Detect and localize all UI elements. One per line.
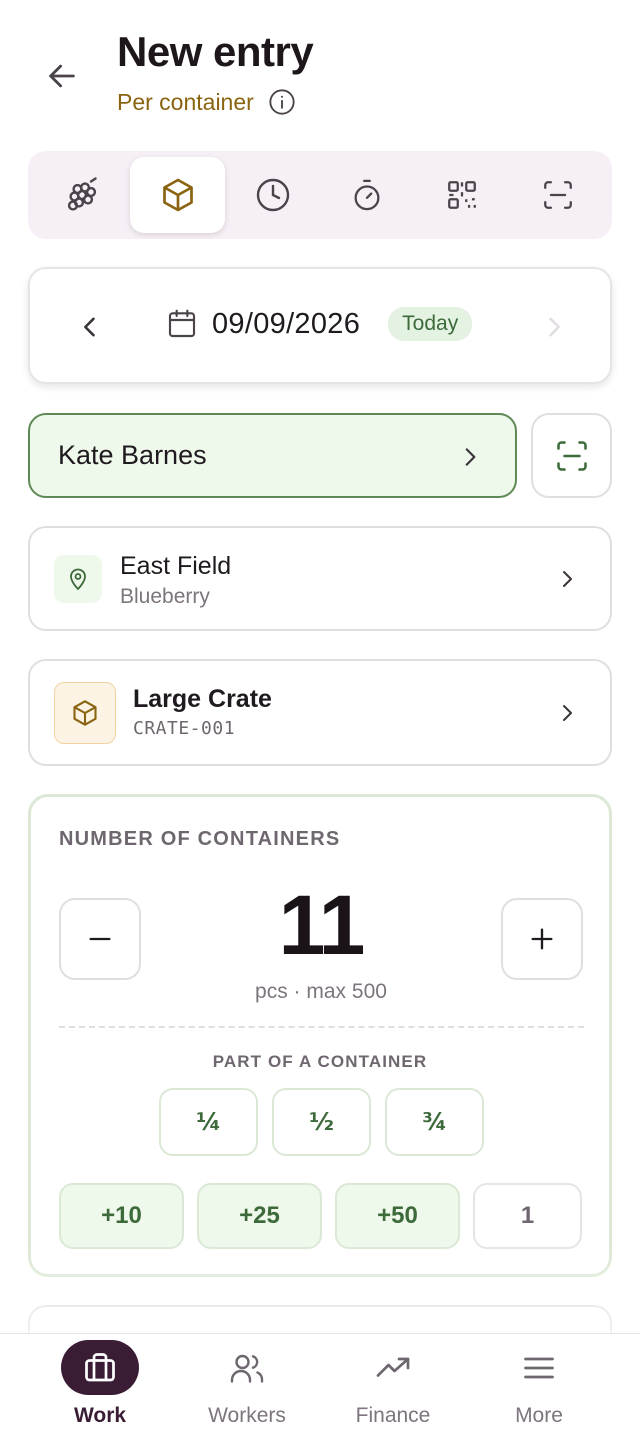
scan-worker-button[interactable]: [531, 413, 612, 498]
page-title: New entry: [117, 28, 314, 75]
tab-workers[interactable]: Workers: [174, 1334, 320, 1436]
fraction-three-quarters-button[interactable]: ¾: [385, 1088, 484, 1156]
qr-code-icon: [447, 181, 476, 209]
info-icon[interactable]: [268, 88, 296, 116]
mode-grapes-button[interactable]: [34, 157, 129, 233]
quantity-label: NUMBER OF CONTAINERS: [59, 828, 341, 850]
trending-up-icon: [354, 1340, 432, 1395]
decrement-button[interactable]: [59, 898, 141, 980]
increment-button[interactable]: [501, 898, 583, 980]
bottom-tab-bar: Work Workers Finance More: [0, 1333, 640, 1436]
map-pin-icon: [54, 555, 102, 603]
tab-more[interactable]: More: [466, 1334, 612, 1436]
divider: [59, 1026, 584, 1028]
calendar-icon: [168, 309, 196, 338]
date-selector: 09/09/2026 Today: [28, 267, 612, 384]
mode-hourly-button[interactable]: [225, 157, 320, 233]
chevron-right-icon: [455, 439, 485, 475]
page-subtitle: Per container: [117, 88, 254, 115]
date-value: 09/09/2026: [212, 307, 361, 340]
tab-label: More: [515, 1404, 563, 1427]
previous-day-button[interactable]: [70, 305, 110, 349]
entry-mode-bar: [28, 151, 612, 239]
users-icon: [208, 1340, 286, 1395]
add-50-button[interactable]: +50: [335, 1183, 460, 1249]
scan-icon: [556, 440, 587, 471]
chevron-right-icon: [549, 317, 560, 337]
quantity-value[interactable]: 11: [171, 877, 471, 974]
box-icon: [54, 682, 116, 744]
container-code: CRATE-001: [133, 718, 236, 739]
scan-icon: [543, 181, 572, 209]
chevron-left-icon: [84, 317, 95, 337]
stopwatch-icon: [354, 179, 379, 211]
menu-icon: [500, 1340, 578, 1395]
plus-icon: [531, 928, 553, 950]
add-25-button[interactable]: +25: [197, 1183, 322, 1249]
add-10-button[interactable]: +10: [59, 1183, 184, 1249]
minus-icon: [89, 937, 111, 941]
field-selector[interactable]: East Field Blueberry: [28, 526, 612, 631]
briefcase-icon: [61, 1340, 139, 1395]
tab-work[interactable]: Work: [27, 1334, 173, 1436]
tab-label: Work: [73, 1404, 127, 1427]
set-1-button[interactable]: 1: [473, 1183, 582, 1249]
field-crop: Blueberry: [120, 585, 210, 608]
worker-selector[interactable]: Kate Barnes: [28, 413, 517, 498]
mode-timer-button[interactable]: [319, 157, 414, 233]
tab-finance[interactable]: Finance: [320, 1334, 466, 1436]
container-name: Large Crate: [133, 685, 272, 713]
mode-qr-button[interactable]: [414, 157, 509, 233]
part-container-label: PART OF A CONTAINER: [212, 1052, 428, 1071]
chevron-right-icon: [552, 561, 582, 597]
chevron-right-icon: [552, 695, 582, 731]
subtitle-row: Per container: [117, 88, 296, 116]
quantity-unit: pcs · max 500: [255, 980, 387, 1003]
arrow-left-icon: [49, 64, 75, 88]
box-icon: [162, 178, 193, 212]
worker-name: Kate Barnes: [58, 440, 207, 470]
fraction-half-button[interactable]: ½: [272, 1088, 371, 1156]
container-selector[interactable]: Large Crate CRATE-001: [28, 659, 612, 766]
mode-scan-button[interactable]: [510, 157, 605, 233]
field-name: East Field: [120, 552, 232, 580]
back-button[interactable]: [40, 54, 84, 98]
mode-container-button[interactable]: [130, 157, 225, 233]
next-day-button[interactable]: [534, 305, 574, 349]
tab-label: Finance: [355, 1404, 431, 1427]
quantity-card: NUMBER OF CONTAINERS 11 pcs · max 500 PA…: [28, 794, 612, 1277]
clock-icon: [256, 178, 289, 212]
grapes-icon: [67, 177, 97, 211]
tab-label: Workers: [208, 1404, 286, 1427]
fraction-quarter-button[interactable]: ¼: [159, 1088, 258, 1156]
header: New entry Per container: [0, 0, 640, 140]
today-badge: Today: [388, 307, 473, 341]
date-display[interactable]: 09/09/2026 Today: [166, 307, 473, 341]
